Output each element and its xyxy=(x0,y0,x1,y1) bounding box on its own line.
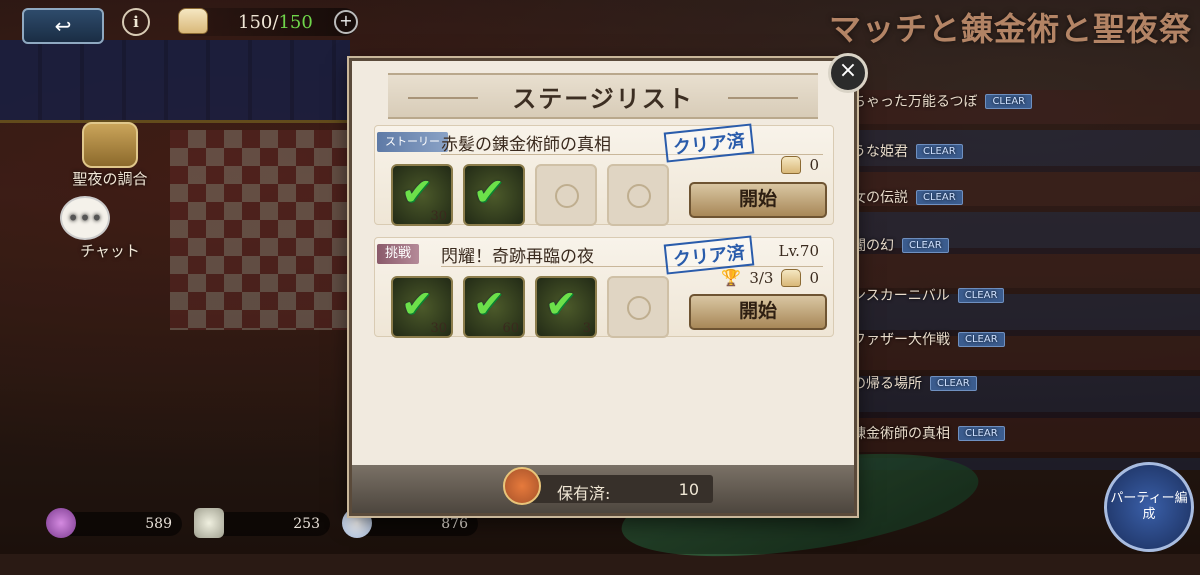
stage-card: ストーリー 赤髪の錬金術師の真相 クリア済 ✔ 30 ✔ 0 開始 xyxy=(374,123,834,226)
reward-slot xyxy=(607,276,669,338)
reward-slot xyxy=(535,164,597,226)
list-item[interactable]: ちゃった万能るつぼ CLEAR xyxy=(852,90,1033,112)
reward-slot[interactable]: ✔ 3 xyxy=(535,276,597,338)
dialog-footer: 保有済: 10 xyxy=(352,465,854,513)
add-stamina-button[interactable]: + xyxy=(334,10,358,34)
box-icon xyxy=(194,508,224,538)
list-item[interactable]: 女の伝説 CLEAR xyxy=(852,186,963,208)
stamina-value: 150/150 xyxy=(238,12,313,33)
divider xyxy=(441,154,823,155)
reward-slot[interactable]: ✔ xyxy=(463,164,525,226)
stage-name: 閃耀！奇跡再臨の夜 xyxy=(441,247,594,267)
bread-icon xyxy=(178,8,208,34)
event-title: マッチと錬金術と聖夜祭 xyxy=(828,10,1192,48)
resource-crystal: 589 xyxy=(46,508,182,538)
list-item[interactable]: 闇の幻 CLEAR xyxy=(852,234,949,256)
list-item[interactable]: ンスカーニバル CLEAR xyxy=(852,284,1005,306)
start-button[interactable]: 開始 xyxy=(689,294,827,330)
stage-list-dialog: ステージリスト × ストーリー 赤髪の錬金術師の真相 クリア済 ✔ 30 ✔ 0 … xyxy=(349,53,868,516)
divider xyxy=(441,266,823,267)
list-item[interactable]: うな姫君 CLEAR xyxy=(852,140,963,162)
chat-bubble-icon: ••• xyxy=(60,196,110,240)
stage-cost: 🏆 3/3 0 xyxy=(721,268,819,287)
side-menu-mix[interactable]: 聖夜の調合 xyxy=(60,122,160,189)
list-item[interactable]: ファザー大作戦 CLEAR xyxy=(852,328,1005,350)
cake-icon xyxy=(503,467,541,505)
empty-slot-icon xyxy=(627,184,651,208)
check-icon: ✔ xyxy=(545,282,577,326)
reward-slot[interactable]: ✔ 30 xyxy=(391,276,453,338)
back-arrow-icon: ↩ xyxy=(54,14,72,38)
check-icon: ✔ xyxy=(473,170,505,214)
reward-slot[interactable]: ✔ 60 xyxy=(463,276,525,338)
stage-card: 挑戦 閃耀！奇跡再臨の夜 クリア済 Lv.70 ✔ 30 ✔ 60 ✔ 3 🏆 3/3 … xyxy=(374,235,834,338)
stamina-bar: 150/150 + xyxy=(178,8,358,36)
stage-tag: 挑戦 xyxy=(377,244,420,264)
dialog-header: ステージリスト xyxy=(388,73,818,119)
clear-stamp: クリア済 xyxy=(663,123,755,163)
list-item[interactable]: の帰る場所 CLEAR xyxy=(852,372,977,394)
chest-icon xyxy=(82,122,138,168)
stage-tag: ストーリー xyxy=(377,132,448,152)
list-item[interactable]: 錬金術師の真相 CLEAR xyxy=(852,422,1005,444)
back-button[interactable]: ↩ xyxy=(22,8,104,44)
dialog-title: ステージリスト xyxy=(512,83,694,113)
resource-box: 253 xyxy=(194,508,330,538)
empty-slot-icon xyxy=(627,296,651,320)
start-button[interactable]: 開始 xyxy=(689,182,827,218)
reward-slot[interactable]: ✔ 30 xyxy=(391,164,453,226)
side-menu-label: 聖夜の調合 xyxy=(72,170,148,188)
ornament xyxy=(728,97,798,99)
ornament xyxy=(408,97,478,99)
bread-icon xyxy=(781,156,802,174)
stage-cost: 0 xyxy=(781,156,819,174)
crystal-icon xyxy=(46,508,76,538)
side-menu-label: チャット xyxy=(80,242,140,260)
side-menu-chat[interactable]: ••• チャット xyxy=(60,196,160,261)
party-edit-button[interactable]: パーティー編成 xyxy=(1104,462,1194,552)
trophy-icon: 🏆 xyxy=(721,268,742,287)
check-icon: ✔ xyxy=(473,282,505,326)
bread-icon xyxy=(781,268,802,287)
owned-counter: 保有済: 10 xyxy=(503,467,713,505)
info-icon[interactable]: i xyxy=(122,8,150,36)
close-button[interactable]: × xyxy=(828,53,868,93)
empty-slot-icon xyxy=(555,184,579,208)
check-icon: ✔ xyxy=(401,282,433,326)
check-icon: ✔ xyxy=(401,170,433,214)
reward-slot xyxy=(607,164,669,226)
stage-level: Lv.70 xyxy=(778,242,819,260)
stage-name: 赤髪の錬金術師の真相 xyxy=(441,135,611,155)
